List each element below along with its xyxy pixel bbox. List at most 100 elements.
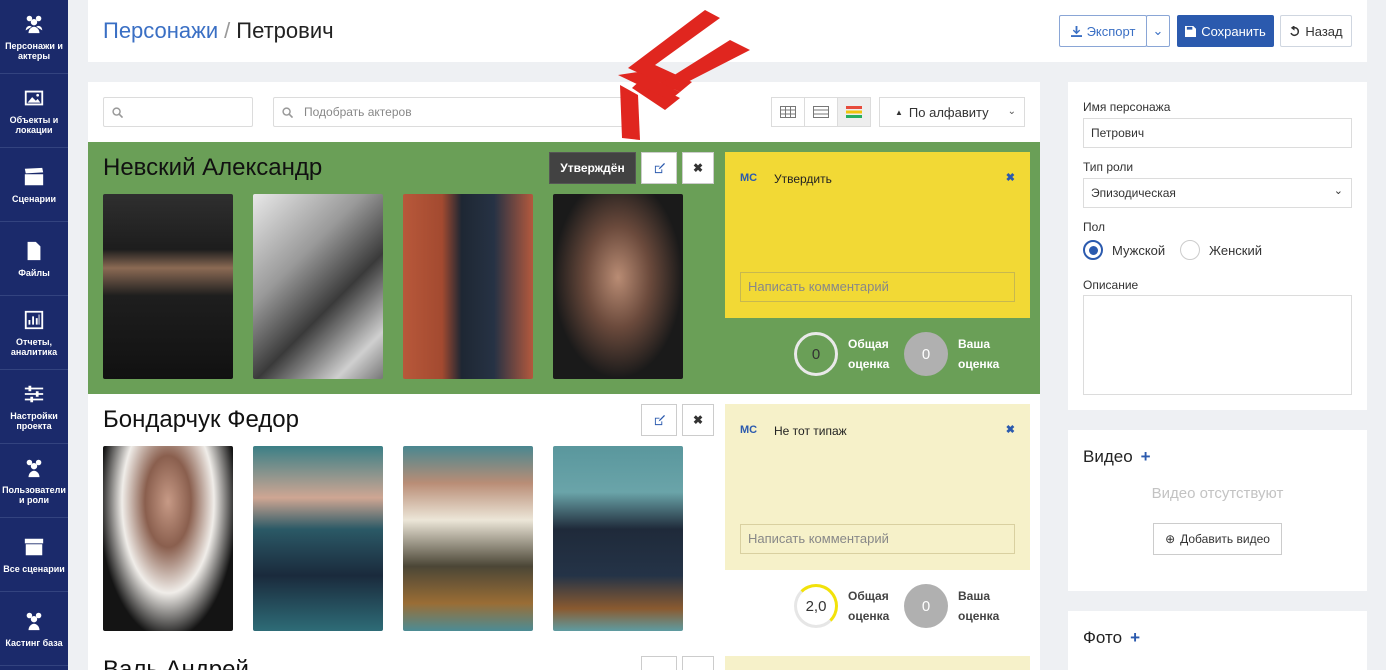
view-list-button[interactable] xyxy=(805,98,838,126)
actor-row: Бондарчук Федор ✖ MC Не тот типаж ✖ Напи… xyxy=(88,394,1040,646)
comment-text: Утвердить xyxy=(774,172,832,186)
name-field[interactable]: Петрович xyxy=(1083,118,1352,148)
search-icon xyxy=(282,107,293,118)
your-score[interactable]: 0 Ваша оценка xyxy=(904,332,999,376)
sidebar-item-casting[interactable]: Кастинг база xyxy=(0,592,68,666)
actor-photo[interactable] xyxy=(403,446,533,631)
remove-button[interactable]: ✖ xyxy=(682,152,714,184)
your-score-circle[interactable]: 0 xyxy=(904,584,948,628)
add-photo-plus-icon[interactable]: + xyxy=(1130,628,1140,647)
sidebar-item-label: Кастинг база xyxy=(5,637,63,648)
name-value: Петрович xyxy=(1091,126,1145,140)
edit-icon xyxy=(654,162,665,173)
gender-male-radio[interactable]: Мужской xyxy=(1083,240,1165,260)
chevron-down-icon: ⌄ xyxy=(1152,23,1164,38)
export-label: Экспорт xyxy=(1086,23,1136,39)
view-switcher xyxy=(771,97,871,127)
actor-name[interactable]: Бондарчук Федор xyxy=(103,406,299,434)
comment-box xyxy=(725,656,1030,670)
sidebar-item-label: Сценарии xyxy=(11,193,57,204)
export-dropdown-toggle[interactable]: ⌄ xyxy=(1146,15,1170,47)
sort-dropdown[interactable]: ▲ По алфавиту ⌄ xyxy=(879,97,1025,127)
actor-photo[interactable] xyxy=(553,194,683,379)
your-score-value: 0 xyxy=(921,345,931,363)
your-score-label: оценка xyxy=(958,609,1000,623)
breadcrumb: Персонажи / Петрович xyxy=(103,18,334,44)
edit-button[interactable] xyxy=(641,152,677,184)
floppy-icon xyxy=(1185,25,1197,37)
edit-button[interactable] xyxy=(641,404,677,436)
sidebar-item-files[interactable]: Файлы xyxy=(0,222,68,296)
gender-female-label: Женский xyxy=(1209,242,1262,258)
actor-name[interactable]: Валь Андрей xyxy=(103,656,249,670)
description-label: Описание xyxy=(1083,278,1139,292)
comment-box: MC Утвердить ✖ Написать комментарий xyxy=(725,152,1030,318)
actor-search-input[interactable]: Подобрать актеров xyxy=(273,97,633,127)
sidebar-item-reports[interactable]: Отчеты, аналитика xyxy=(0,296,68,370)
sidebar-item-users[interactable]: Пользователи и роли xyxy=(0,444,68,518)
gender-male-label: Мужской xyxy=(1112,242,1166,258)
search-input[interactable] xyxy=(103,97,253,127)
actor-photos xyxy=(103,194,683,379)
role-type-label: Тип роли xyxy=(1083,160,1134,174)
actor-photo[interactable] xyxy=(403,194,533,379)
remove-button[interactable] xyxy=(682,656,714,670)
add-video-plus-icon[interactable]: + xyxy=(1141,447,1151,466)
status-label: Утверждён xyxy=(560,161,625,175)
view-color-button[interactable] xyxy=(838,98,870,126)
sidebar-item-objects[interactable]: Объекты и локации xyxy=(0,74,68,148)
sidebar-item-label: Настройки проекта xyxy=(10,410,58,431)
back-label: Назад xyxy=(1305,23,1343,39)
edit-icon xyxy=(654,414,665,425)
search-icon xyxy=(112,107,123,118)
actor-name[interactable]: Невский Александр xyxy=(103,154,322,182)
actor-photo[interactable] xyxy=(253,194,383,379)
view-grid-button[interactable] xyxy=(772,98,805,126)
your-score-label: Ваша xyxy=(958,337,991,351)
sidebar-item-label: Объекты и локации xyxy=(9,114,59,135)
chart-icon xyxy=(24,310,44,329)
sidebar-item-settings[interactable]: Настройки проекта xyxy=(0,370,68,444)
actor-photo[interactable] xyxy=(103,446,233,631)
close-icon: ✖ xyxy=(692,161,704,175)
sidebar-item-characters[interactable]: Персонажи и актеры xyxy=(0,0,68,74)
sort-label: По алфавиту xyxy=(908,104,989,120)
undo-icon xyxy=(1290,25,1300,36)
add-video-button[interactable]: ⊕ Добавить видео xyxy=(1153,523,1282,555)
edit-button[interactable] xyxy=(641,656,677,670)
radio-unchecked-icon xyxy=(1180,240,1200,260)
sidebar-item-all-scripts[interactable]: Все сценарии xyxy=(0,518,68,592)
chevron-down-icon: ⌄ xyxy=(1007,106,1016,117)
radio-checked-icon xyxy=(1083,240,1103,260)
approved-status-button[interactable]: Утверждён xyxy=(549,152,636,184)
back-button[interactable]: Назад xyxy=(1280,15,1352,47)
sidebar-item-label: Файлы xyxy=(18,267,50,278)
actor-photo[interactable] xyxy=(103,194,233,379)
role-type-select[interactable]: Эпизодическая ⌄ xyxy=(1083,178,1352,208)
your-score[interactable]: 0 Ваша оценка xyxy=(904,584,999,628)
export-button[interactable]: Экспорт xyxy=(1059,15,1147,47)
sidebar-item-scripts[interactable]: Сценарии xyxy=(0,148,68,222)
save-button[interactable]: Сохранить xyxy=(1177,15,1274,47)
your-score-value: 0 xyxy=(921,597,931,615)
photo-title: Фото + xyxy=(1083,628,1140,648)
actor-photo[interactable] xyxy=(553,446,683,631)
sort-up-icon: ▲ xyxy=(895,107,903,117)
plus-circle-icon: ⊕ xyxy=(1165,532,1176,546)
clapperboard-icon xyxy=(24,167,44,185)
video-empty-text: Видео отсутствуют xyxy=(1151,485,1284,502)
actor-row: Валь Андрей xyxy=(88,646,1040,670)
delete-comment-icon[interactable]: ✖ xyxy=(1006,171,1015,184)
breadcrumb-root-link[interactable]: Персонажи xyxy=(103,18,218,43)
breadcrumb-separator: / xyxy=(224,18,231,43)
comment-input[interactable]: Написать комментарий xyxy=(740,524,1015,554)
gender-female-radio[interactable]: Женский xyxy=(1180,240,1262,260)
file-icon xyxy=(27,241,41,260)
description-textarea[interactable] xyxy=(1083,295,1352,395)
actor-photo[interactable] xyxy=(253,446,383,631)
users-icon xyxy=(26,612,42,630)
your-score-circle[interactable]: 0 xyxy=(904,332,948,376)
remove-button[interactable]: ✖ xyxy=(682,404,714,436)
comment-input[interactable]: Написать комментарий xyxy=(740,272,1015,302)
delete-comment-icon[interactable]: ✖ xyxy=(1006,423,1015,436)
